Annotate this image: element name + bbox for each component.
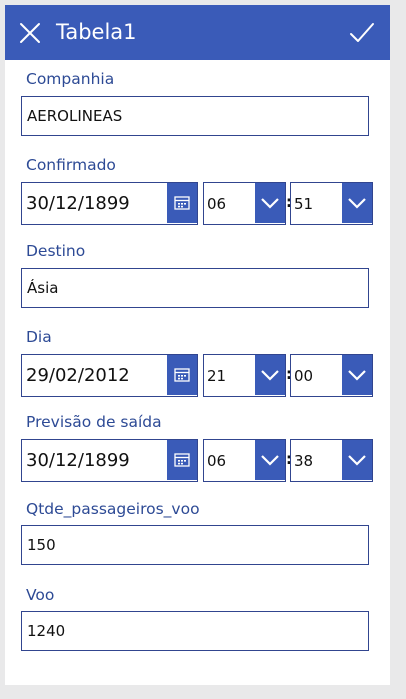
dia-minute-select[interactable]: 00 bbox=[290, 354, 373, 397]
chevron-down-icon bbox=[348, 198, 366, 209]
previsao-minute-select[interactable]: 38 bbox=[290, 439, 373, 482]
chevron-down-icon bbox=[261, 370, 279, 381]
chevron-down-icon bbox=[348, 370, 366, 381]
calendar-icon bbox=[174, 196, 190, 210]
dia-date-value: 29/02/2012 bbox=[26, 365, 130, 386]
chevron-down-icon bbox=[261, 198, 279, 209]
previsao-minute-dropdown[interactable] bbox=[342, 440, 372, 480]
qtde-label: Qtde_passageiros_voo bbox=[26, 500, 200, 518]
previsao-minute-value: 38 bbox=[294, 452, 314, 470]
confirmado-date-value: 30/12/1899 bbox=[26, 193, 130, 214]
companhia-label: Companhia bbox=[26, 70, 115, 88]
voo-label: Voo bbox=[26, 586, 55, 604]
close-icon bbox=[20, 23, 40, 43]
form-screen: Tabela1 Companhia Confirmado 30/12/1899 … bbox=[5, 5, 390, 685]
previsao-hour-value: 06 bbox=[207, 452, 227, 470]
confirmado-minute-dropdown[interactable] bbox=[342, 183, 372, 223]
chevron-down-icon bbox=[261, 455, 279, 466]
destino-label: Destino bbox=[26, 242, 86, 260]
previsao-hour-select[interactable]: 06 bbox=[203, 439, 286, 482]
voo-input[interactable] bbox=[21, 611, 369, 651]
confirmado-minute-select[interactable]: 51 bbox=[290, 182, 373, 225]
confirmado-hour-dropdown[interactable] bbox=[255, 183, 285, 223]
previsao-label: Previsão de saída bbox=[26, 413, 162, 431]
calendar-icon bbox=[174, 453, 190, 467]
confirmado-hour-select[interactable]: 06 bbox=[203, 182, 286, 225]
confirmado-hour-value: 06 bbox=[207, 195, 227, 213]
dia-hour-value: 21 bbox=[207, 367, 227, 385]
previsao-date-value: 30/12/1899 bbox=[26, 450, 130, 471]
confirm-button[interactable] bbox=[348, 20, 376, 46]
chevron-down-icon bbox=[348, 455, 366, 466]
previsao-calendar-button[interactable] bbox=[167, 440, 197, 480]
confirmado-date-picker[interactable]: 30/12/1899 bbox=[21, 182, 198, 225]
close-button[interactable] bbox=[18, 21, 42, 45]
qtde-input[interactable] bbox=[21, 525, 369, 565]
checkmark-icon bbox=[350, 23, 374, 42]
calendar-icon bbox=[174, 368, 190, 382]
confirmado-calendar-button[interactable] bbox=[167, 183, 197, 223]
dia-calendar-button[interactable] bbox=[167, 355, 197, 395]
dia-label: Dia bbox=[26, 328, 52, 346]
dia-minute-value: 00 bbox=[294, 367, 314, 385]
companhia-input[interactable] bbox=[21, 96, 369, 136]
destino-input[interactable] bbox=[21, 268, 369, 308]
confirmado-minute-value: 51 bbox=[294, 195, 314, 213]
dia-hour-select[interactable]: 21 bbox=[203, 354, 286, 397]
dia-date-picker[interactable]: 29/02/2012 bbox=[21, 354, 198, 397]
page-title: Tabela1 bbox=[56, 20, 137, 44]
dia-minute-dropdown[interactable] bbox=[342, 355, 372, 395]
dia-hour-dropdown[interactable] bbox=[255, 355, 285, 395]
previsao-date-picker[interactable]: 30/12/1899 bbox=[21, 439, 198, 482]
form-header: Tabela1 bbox=[5, 5, 390, 60]
previsao-hour-dropdown[interactable] bbox=[255, 440, 285, 480]
confirmado-label: Confirmado bbox=[26, 156, 116, 174]
